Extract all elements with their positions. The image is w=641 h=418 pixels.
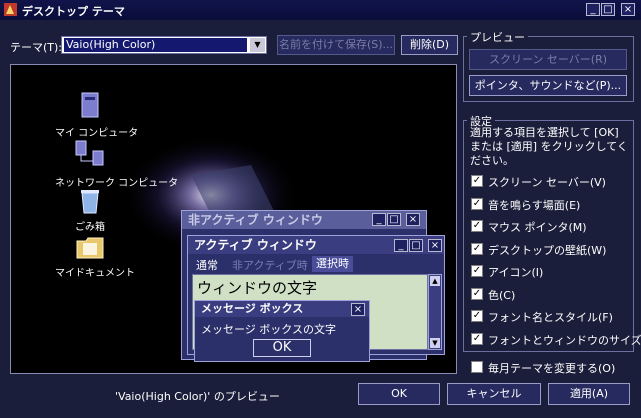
- pointer-sound-button[interactable]: ポインタ、サウンドなど(P)...: [469, 75, 627, 96]
- delete-button[interactable]: 削除(D): [401, 35, 458, 55]
- scroll-up-icon: ▲: [430, 276, 440, 286]
- title-bar[interactable]: デスクトップ テーマ _ □ ×: [0, 0, 641, 20]
- save-as-button[interactable]: 名前を付けて保存(S)...: [277, 35, 395, 55]
- maximize-button[interactable]: □: [601, 3, 615, 16]
- setting-label: フォント名とスタイル(F): [488, 311, 613, 324]
- apply-button[interactable]: 適用(A): [548, 383, 630, 405]
- close-button[interactable]: ×: [621, 3, 635, 16]
- menu-normal: 通常: [196, 259, 218, 272]
- desktop-icon-label: ごみ箱: [75, 222, 105, 233]
- network-icon: [75, 140, 104, 166]
- computer-icon: [81, 92, 99, 118]
- close-icon: ×: [351, 303, 365, 316]
- setting-label: スクリーン セーバー(V): [488, 176, 606, 189]
- message-box-text: メッセージ ボックスの文字: [201, 323, 336, 336]
- setting-label: アイコン(I): [488, 266, 544, 279]
- window-text: ウィンドウの文字: [197, 279, 318, 297]
- setting-label: フォントとウィンドウのサイズ(Z): [488, 333, 641, 347]
- preview-caption: 'Vaio(High Color)' のプレビュー: [115, 390, 280, 403]
- theme-label: テーマ(T):: [10, 41, 63, 54]
- cancel-button[interactable]: キャンセル: [447, 383, 541, 405]
- desktop-icon-network[interactable]: ネットワーク コンピュータ: [55, 139, 178, 189]
- close-icon: ×: [428, 239, 442, 252]
- maximize-icon: □: [387, 213, 401, 226]
- maximize-icon: □: [409, 239, 423, 252]
- desktop-icon-my-computer[interactable]: マイ コンピュータ: [55, 91, 139, 139]
- theme-select-value: Vaio(High Color): [64, 38, 247, 52]
- desktop-icon-label: マイ コンピュータ: [55, 128, 139, 139]
- screensaver-button[interactable]: スクリーン セーバー(R): [469, 49, 627, 70]
- menu-selected: 選択時: [312, 256, 353, 272]
- setting-checkbox[interactable]: ✓: [471, 242, 483, 255]
- ok-button[interactable]: OK: [358, 383, 440, 405]
- setting-checkbox[interactable]: ✓: [471, 310, 483, 322]
- theme-select[interactable]: Vaio(High Color) ▼: [61, 36, 267, 54]
- chevron-down-icon[interactable]: ▼: [250, 38, 265, 52]
- setting-checkbox[interactable]: ✓: [471, 332, 483, 345]
- scroll-down-icon: ▼: [430, 338, 440, 348]
- setting-label: 色(C): [488, 288, 516, 302]
- setting-checkbox[interactable]: ✓: [471, 265, 483, 277]
- setting-label: デスクトップの壁紙(W): [488, 243, 607, 257]
- window-title: デスクトップ テーマ: [22, 5, 125, 18]
- setting-checkbox[interactable]: ✓: [471, 175, 483, 187]
- theme-app-icon: [4, 3, 17, 16]
- message-box-title: メッセージ ボックス: [195, 301, 369, 317]
- close-icon: ×: [406, 213, 420, 226]
- message-box-ok-button: OK: [253, 339, 311, 357]
- desktop-icon-label: マイドキュメント: [55, 268, 135, 279]
- menu-bar-preview: 通常 非アクティブ時 選択時: [192, 256, 442, 272]
- settings-description: 適用する項目を選択して [OK] または [適用] をクリックしてください。: [470, 126, 628, 167]
- recycle-bin-icon: [81, 190, 99, 214]
- preview-group-title: プレビュー: [467, 29, 528, 45]
- monthly-change-checkbox[interactable]: [471, 361, 483, 373]
- scrollbar-preview: ▲ ▼: [428, 274, 442, 350]
- minimize-icon: _: [394, 239, 408, 252]
- minimize-button[interactable]: _: [586, 3, 600, 16]
- desktop-icon-recycle-bin[interactable]: ごみ箱: [55, 187, 125, 233]
- minimize-icon: _: [372, 213, 386, 226]
- setting-label: 音を鳴らす場面(E): [488, 198, 581, 212]
- setting-checkbox[interactable]: ✓: [471, 287, 483, 300]
- menu-inactive: 非アクティブ時: [232, 259, 308, 272]
- message-box-preview: メッセージ ボックス × メッセージ ボックスの文字 OK: [194, 300, 370, 362]
- setting-checkbox[interactable]: ✓: [471, 197, 483, 210]
- setting-checkbox[interactable]: ✓: [471, 220, 483, 232]
- desktop-icon-my-documents[interactable]: マイドキュメント: [55, 235, 135, 279]
- setting-label: マウス ポインタ(M): [488, 221, 587, 234]
- monthly-change-label: 毎月テーマを変更する(O): [488, 362, 616, 375]
- theme-preview-area: マイ コンピュータ ネットワーク コンピュータ ごみ箱 マイドキュメント 非アク…: [10, 64, 457, 374]
- folder-icon: [76, 237, 104, 259]
